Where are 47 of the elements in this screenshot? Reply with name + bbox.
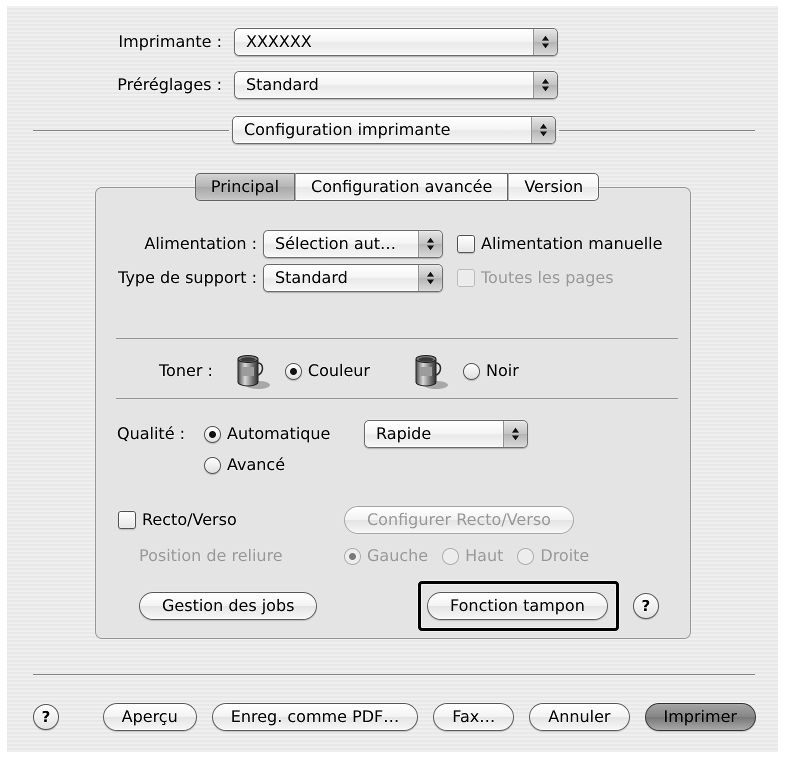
fax-button[interactable]: Fax… <box>433 703 514 731</box>
radio-label: Gauche <box>367 546 428 566</box>
checkbox-label: Toutes les pages <box>481 268 614 288</box>
radio-label: Avancé <box>227 455 286 475</box>
printer-dropdown[interactable]: XXXXXX <box>234 28 558 56</box>
quality-mode-dropdown[interactable]: Rapide <box>364 420 528 448</box>
field-label: Toner : <box>159 361 213 381</box>
presets-dropdown[interactable]: Standard <box>234 71 558 99</box>
field-label: Préréglages : <box>117 75 222 95</box>
radio-label: Noir <box>486 361 519 381</box>
up-down-arrows-icon <box>531 117 555 143</box>
pane-dropdown[interactable]: Configuration imprimante <box>232 116 556 144</box>
field-label: Imprimante : <box>118 32 222 52</box>
checkbox[interactable] <box>118 511 136 529</box>
radio-label: Automatique <box>227 424 330 444</box>
radio-button[interactable] <box>463 362 480 380</box>
checkbox-label: Recto/Verso <box>142 510 237 530</box>
cancel-button[interactable]: Annuler <box>529 703 630 731</box>
tab[interactable]: Version <box>508 173 600 201</box>
paper-source-dropdown[interactable]: Sélection aut… <box>263 230 443 258</box>
up-down-arrows-icon <box>533 29 557 55</box>
stamp-function-button[interactable]: Fonction tampon <box>427 592 608 620</box>
up-down-arrows-icon <box>418 231 442 257</box>
preview-button[interactable]: Aperçu <box>102 703 197 731</box>
up-down-arrows-icon <box>533 72 557 98</box>
help-button[interactable]: ? <box>33 704 59 730</box>
help-button[interactable]: ? <box>632 593 659 619</box>
up-down-arrows-icon <box>418 265 442 291</box>
job-management-button[interactable]: Gestion des jobs <box>139 592 318 620</box>
save-as-pdf-button[interactable]: Enreg. comme PDF… <box>212 703 418 731</box>
field-label: Qualité : <box>117 424 186 444</box>
media-type-dropdown[interactable]: Standard <box>263 264 443 292</box>
tab[interactable]: Principal <box>194 173 296 201</box>
radio-label: Couleur <box>308 361 370 381</box>
field-label: Type de support : <box>118 268 257 288</box>
checkbox-label: Alimentation manuelle <box>481 234 662 254</box>
tab[interactable]: Configuration avancée <box>295 173 508 201</box>
checkbox[interactable] <box>457 235 475 253</box>
radio-label: Haut <box>465 546 504 566</box>
print-button[interactable]: Imprimer <box>644 703 756 731</box>
radio-button[interactable] <box>204 456 221 474</box>
up-down-arrows-icon <box>503 421 527 447</box>
radio-button[interactable] <box>284 362 302 380</box>
field-label: Alimentation : <box>144 234 257 254</box>
field-label: Position de reliure <box>139 546 283 566</box>
radio-button[interactable] <box>204 426 221 442</box>
radio-label: Droite <box>540 546 590 566</box>
